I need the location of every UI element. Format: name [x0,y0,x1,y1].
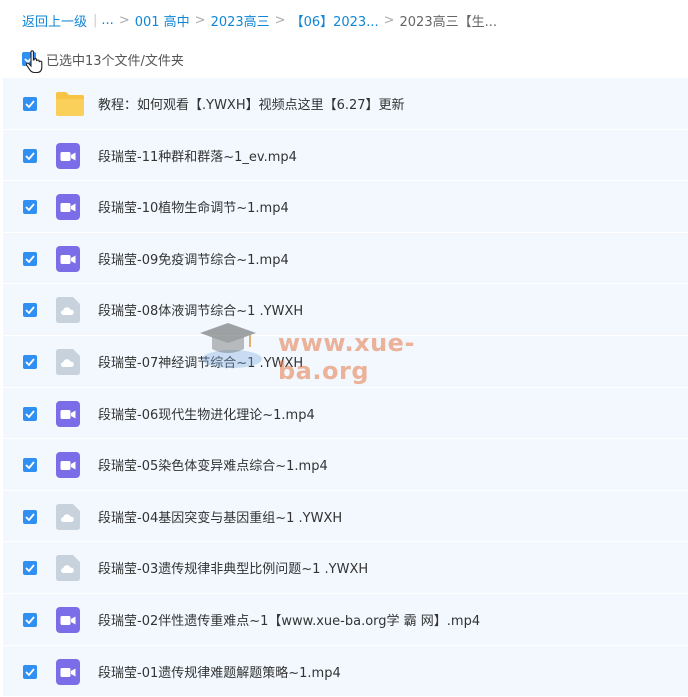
file-row[interactable]: 段瑞莹-05染色体变异难点综合~1.mp4 [3,439,688,491]
row-checkbox[interactable] [23,612,37,627]
file-name[interactable]: 段瑞莹-02伴性遗传重难点~1【www.xue-ba.org学 霸 网】.mp4 [98,610,480,629]
hand-cursor-icon [25,50,43,74]
file-name[interactable]: 段瑞莹-05染色体变异难点综合~1.mp4 [98,455,328,474]
file-row[interactable]: 段瑞莹-06现代生物进化理论~1.mp4 [3,388,688,440]
file-list: 教程：如何观看【.YWXH】视频点这里【6.27】更新 段瑞莹-11种群和群落~1… [3,78,688,697]
row-checkbox[interactable] [23,458,37,473]
breadcrumb-ellipsis[interactable]: ... [101,13,113,28]
file-row[interactable]: 教程：如何观看【.YWXH】视频点这里【6.27】更新 [3,78,688,130]
file-row[interactable]: 段瑞莹-07神经调节综合~1 .YWXH [3,336,688,388]
file-row[interactable]: 段瑞莹-11种群和群落~1_ev.mp4 [3,130,688,182]
file-row[interactable]: 段瑞莹-10植物生命调节~1.mp4 [3,181,688,233]
video-file-icon [55,245,81,272]
video-file-icon [55,142,81,169]
cloud-file-icon [55,503,81,530]
file-row[interactable]: 段瑞莹-02伴性遗传重难点~1【www.xue-ba.org学 霸 网】.mp4 [3,594,688,646]
breadcrumb-item-06[interactable]: 【06】2023... [291,11,379,30]
row-checkbox[interactable] [23,251,37,266]
cloud-file-icon [55,297,81,324]
file-name[interactable]: 段瑞莹-06现代生物进化理论~1.mp4 [98,404,315,423]
breadcrumb-item-001[interactable]: 001 高中 [135,11,190,30]
breadcrumb-separator: > [194,12,206,28]
cloud-file-icon [55,555,81,582]
breadcrumb-separator: > [383,12,395,28]
selection-count: 已选中13个文件/文件夹 [46,53,184,69]
row-checkbox[interactable] [23,354,37,369]
row-checkbox[interactable] [23,200,37,215]
file-name[interactable]: 段瑞莹-07神经调节综合~1 .YWXH [98,352,303,371]
breadcrumb-current: 2023高三【生... [399,14,497,30]
row-checkbox[interactable] [23,561,37,576]
file-name[interactable]: 段瑞莹-10植物生命调节~1.mp4 [98,197,289,216]
file-name[interactable]: 段瑞莹-09免疫调节综合~1.mp4 [98,249,289,268]
selection-bar: 已选中13个文件/文件夹 [0,40,688,78]
file-name[interactable]: 教程：如何观看【.YWXH】视频点这里【6.27】更新 [98,94,405,113]
breadcrumb-divider: | [93,12,98,28]
file-name[interactable]: 段瑞莹-08体液调节综合~1 .YWXH [98,300,303,319]
row-checkbox[interactable] [23,509,37,524]
file-name[interactable]: 段瑞莹-04基因突变与基因重组~1 .YWXH [98,507,342,526]
video-file-icon [55,452,81,479]
row-checkbox[interactable] [23,148,37,163]
cloud-file-icon [55,348,81,375]
file-row[interactable]: 段瑞莹-09免疫调节综合~1.mp4 [3,233,688,285]
breadcrumb-separator: > [118,12,130,28]
breadcrumb-item-2023[interactable]: 2023高三 [211,11,270,30]
file-name[interactable]: 段瑞莹-03遗传规律非典型比例问题~1 .YWXH [98,558,368,577]
row-checkbox[interactable] [23,664,37,679]
row-checkbox[interactable] [23,303,37,318]
file-row[interactable]: 段瑞莹-08体液调节综合~1 .YWXH [3,284,688,336]
back-link[interactable]: 返回上一级 [22,11,87,30]
video-file-icon [55,658,81,685]
file-name[interactable]: 段瑞莹-01遗传规律难题解题策略~1.mp4 [98,662,341,681]
file-row[interactable]: 段瑞莹-04基因突变与基因重组~1 .YWXH [3,491,688,543]
file-row[interactable]: 段瑞莹-01遗传规律难题解题策略~1.mp4 [3,646,688,697]
video-file-icon [55,194,81,221]
file-row[interactable]: 段瑞莹-03遗传规律非典型比例问题~1 .YWXH [3,542,688,594]
video-file-icon [55,606,81,633]
video-file-icon [55,400,81,427]
breadcrumb-separator: > [274,12,286,28]
row-checkbox[interactable] [23,406,37,421]
breadcrumb: 返回上一级 | ... > 001 高中 > 2023高三 > 【06】2023… [0,0,688,40]
file-name[interactable]: 段瑞莹-11种群和群落~1_ev.mp4 [98,146,297,165]
folder-icon [55,91,84,117]
row-checkbox[interactable] [23,97,37,111]
